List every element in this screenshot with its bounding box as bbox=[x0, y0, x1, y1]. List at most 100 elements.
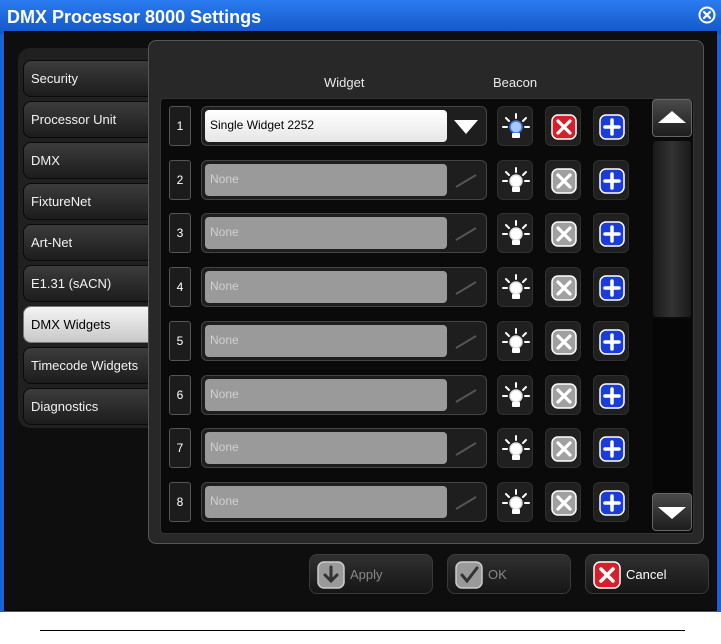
beacon-button[interactable] bbox=[497, 106, 533, 146]
widget-dropdown-value: None bbox=[205, 432, 447, 465]
cancel-button[interactable]: Cancel bbox=[585, 554, 709, 594]
remove-widget-button[interactable] bbox=[545, 159, 581, 200]
chevron-down-icon bbox=[455, 388, 477, 403]
sidebar-item-processor-unit[interactable]: Processor Unit bbox=[23, 101, 163, 138]
sidebar-item-security[interactable]: Security bbox=[23, 60, 163, 97]
widget-dropdown[interactable]: None bbox=[201, 374, 487, 415]
chevron-down-icon bbox=[455, 227, 477, 242]
remove-x-icon bbox=[551, 329, 577, 355]
remove-widget-button[interactable] bbox=[545, 481, 581, 522]
settings-sidebar: Security Processor Unit DMX FixtureNet Art-N… bbox=[18, 48, 171, 428]
sidebar-item-e1-31-sacn[interactable]: E1.31 (sACN) bbox=[23, 265, 163, 302]
remove-x-icon bbox=[551, 382, 577, 409]
beacon-lamp-icon bbox=[502, 274, 530, 300]
cancel-label: Cancel bbox=[626, 567, 667, 582]
beacon-button[interactable] bbox=[497, 481, 533, 522]
sidebar-item-fixturenet[interactable]: FixtureNet bbox=[23, 183, 163, 220]
row-number: 7 bbox=[169, 428, 191, 469]
title-bar[interactable]: DMX Processor 8000 Settings bbox=[0, 0, 721, 34]
remove-widget-button[interactable] bbox=[545, 213, 581, 254]
remove-widget-button[interactable] bbox=[545, 428, 581, 469]
dialog-body: Security Processor Unit DMX FixtureNet Art-N… bbox=[4, 31, 717, 611]
widget-dropdown-value: None bbox=[205, 217, 447, 250]
sidebar-item-art-net[interactable]: Art-Net bbox=[23, 224, 163, 261]
ok-button[interactable]: OK bbox=[447, 554, 571, 594]
sidebar-item-label: Timecode Widgets bbox=[31, 358, 139, 373]
beacon-button[interactable] bbox=[497, 428, 533, 469]
widget-dropdown[interactable]: None bbox=[201, 267, 487, 308]
sidebar-item-label: Art-Net bbox=[31, 235, 73, 250]
widget-dropdown[interactable]: None bbox=[201, 320, 487, 361]
chevron-down-icon bbox=[455, 442, 477, 457]
sidebar-item-label: Diagnostics bbox=[31, 399, 99, 414]
beacon-button[interactable] bbox=[497, 374, 533, 415]
remove-widget-button[interactable] bbox=[545, 374, 581, 415]
remove-x-icon bbox=[551, 221, 577, 248]
scroll-up-button[interactable] bbox=[652, 99, 692, 137]
widget-dropdown-value: None bbox=[205, 378, 447, 411]
widget-dropdown[interactable]: None bbox=[201, 159, 487, 200]
remove-widget-button[interactable] bbox=[545, 267, 581, 308]
widget-dropdown-value: None bbox=[205, 485, 447, 518]
beacon-button[interactable] bbox=[497, 159, 533, 200]
widget-row: 6 None bbox=[169, 374, 645, 415]
widget-row: 4 None bbox=[169, 267, 645, 308]
scroll-thumb[interactable] bbox=[653, 141, 691, 317]
remove-widget-button[interactable] bbox=[545, 106, 581, 146]
add-widget-button[interactable] bbox=[593, 106, 629, 146]
beacon-lamp-icon bbox=[502, 113, 530, 138]
row-number: 3 bbox=[169, 213, 191, 254]
sidebar-item-timecode-widgets[interactable]: Timecode Widgets bbox=[23, 347, 163, 384]
sidebar-item-label: Security bbox=[31, 71, 78, 86]
add-widget-button[interactable] bbox=[593, 320, 629, 361]
apply-arrow-down-icon bbox=[317, 561, 345, 589]
widget-dropdown-value: None bbox=[205, 271, 447, 304]
scroll-track[interactable] bbox=[653, 319, 691, 491]
sidebar-item-diagnostics[interactable]: Diagnostics bbox=[23, 388, 163, 425]
beacon-lamp-icon bbox=[502, 435, 530, 461]
row-number: 8 bbox=[169, 481, 191, 522]
sidebar-item-label: FixtureNet bbox=[31, 194, 91, 209]
apply-button[interactable]: Apply bbox=[309, 554, 433, 594]
add-widget-button[interactable] bbox=[593, 374, 629, 415]
remove-widget-button[interactable] bbox=[545, 320, 581, 361]
page-divider bbox=[40, 630, 685, 631]
widget-dropdown[interactable]: None bbox=[201, 481, 487, 522]
add-widget-button[interactable] bbox=[593, 213, 629, 254]
chevron-down-icon bbox=[455, 334, 477, 349]
dmx-widgets-panel: Widget Beacon 1 Single Widget 2252 2 Non… bbox=[148, 40, 704, 544]
widget-row: 5 None bbox=[169, 320, 645, 361]
widget-dropdown[interactable]: None bbox=[201, 428, 487, 469]
beacon-button[interactable] bbox=[497, 267, 533, 308]
row-number: 6 bbox=[169, 374, 191, 415]
widget-dropdown[interactable]: Single Widget 2252 bbox=[201, 106, 487, 146]
add-widget-button[interactable] bbox=[593, 481, 629, 522]
triangle-down-icon bbox=[658, 507, 686, 519]
add-plus-icon bbox=[599, 114, 625, 140]
row-number: 5 bbox=[169, 320, 191, 361]
chevron-down-icon bbox=[454, 120, 478, 134]
remove-x-icon bbox=[551, 167, 577, 194]
beacon-lamp-icon bbox=[502, 166, 530, 192]
remove-x-icon bbox=[551, 490, 577, 516]
row-number: 4 bbox=[169, 267, 191, 308]
scroll-down-button[interactable] bbox=[652, 493, 692, 531]
sidebar-item-dmx[interactable]: DMX bbox=[23, 142, 163, 179]
beacon-column-header: Beacon bbox=[493, 75, 538, 90]
vertical-scrollbar[interactable] bbox=[652, 99, 692, 533]
remove-x-icon bbox=[551, 436, 577, 462]
widget-dropdown[interactable]: None bbox=[201, 213, 487, 254]
beacon-button[interactable] bbox=[497, 320, 533, 361]
beacon-lamp-icon bbox=[502, 381, 530, 407]
add-widget-button[interactable] bbox=[593, 267, 629, 308]
add-widget-button[interactable] bbox=[593, 428, 629, 469]
add-widget-button[interactable] bbox=[593, 159, 629, 200]
beacon-button[interactable] bbox=[497, 213, 533, 254]
add-plus-icon bbox=[599, 382, 625, 409]
widget-dropdown-value: Single Widget 2252 bbox=[205, 110, 447, 142]
close-circle-icon[interactable] bbox=[698, 6, 716, 24]
beacon-lamp-icon bbox=[502, 327, 530, 353]
remove-x-icon bbox=[551, 114, 577, 140]
beacon-lamp-icon bbox=[502, 220, 530, 246]
sidebar-item-label: DMX Widgets bbox=[31, 317, 111, 332]
